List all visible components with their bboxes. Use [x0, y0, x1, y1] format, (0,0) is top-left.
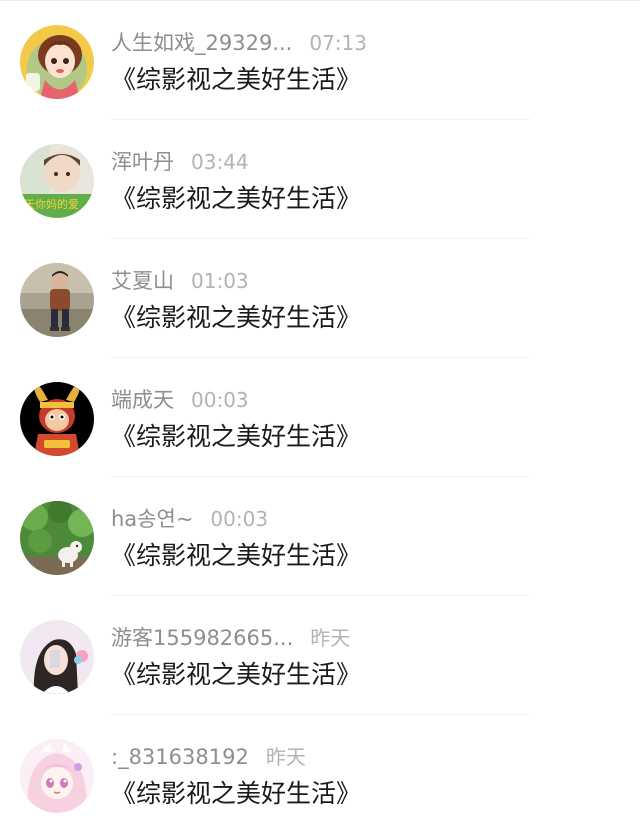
comment-item[interactable]: 游客155982665... 昨天 《综影视之美好生活》 [0, 596, 640, 715]
comment-meta: 浑叶丹 03:44 [111, 149, 249, 175]
username[interactable]: 浑叶丹 [111, 150, 174, 174]
avatar-photo-boy-icon[interactable]: 天你妈的爱 [20, 144, 94, 218]
comment-item[interactable]: 天你妈的爱 浑叶丹 03:44 《综影视之美好生活》 [0, 120, 640, 239]
comment-item[interactable]: 人生如戏_29329... 07:13 《综影视之美好生活》 [0, 1, 640, 120]
comment-item[interactable]: :_831638192 昨天 《综影视之美好生活》 [0, 715, 640, 834]
timestamp: 00:03 [210, 507, 269, 531]
avatar-cartoon-girl-icon[interactable] [20, 25, 94, 99]
comment-meta: 游客155982665... 昨天 [111, 625, 350, 651]
comment-text: 《综影视之美好生活》 [111, 65, 362, 94]
timestamp: 00:03 [191, 388, 249, 412]
avatar-monkey-king-icon[interactable] [20, 382, 94, 456]
avatar-photo-child-icon[interactable] [20, 263, 94, 337]
comment-item[interactable]: 端成天 00:03 《综影视之美好生活》 [0, 358, 640, 477]
username[interactable]: 端成天 [111, 388, 174, 412]
timestamp: 昨天 [310, 626, 351, 650]
timestamp: 昨天 [265, 745, 306, 769]
comment-meta: :_831638192 昨天 [111, 744, 306, 770]
timestamp: 01:03 [191, 269, 249, 293]
comment-text: 《综影视之美好生活》 [111, 303, 362, 332]
username[interactable]: 艾夏山 [111, 269, 174, 293]
comment-meta: 端成天 00:03 [111, 387, 249, 413]
username[interactable]: 游客155982665... [111, 626, 293, 650]
username[interactable]: :_831638192 [111, 745, 249, 769]
comment-text: 《综影视之美好生活》 [111, 541, 362, 570]
comment-text: 《综影视之美好生活》 [111, 422, 362, 451]
avatar-anime-girl-icon[interactable] [20, 739, 94, 813]
avatar-photo-girl-icon[interactable] [20, 620, 94, 694]
username[interactable]: 人生如戏_29329... [111, 31, 292, 55]
comment-meta: 人生如戏_29329... 07:13 [111, 30, 367, 56]
comment-text: 《综影视之美好生活》 [111, 779, 362, 808]
timestamp: 03:44 [191, 150, 249, 174]
comment-item[interactable]: ha송연~ 00:03 《综影视之美好生活》 [0, 477, 640, 596]
comment-text: 《综影视之美好生活》 [111, 184, 362, 213]
avatar-cat-plants-icon[interactable] [20, 501, 94, 575]
comment-text: 《综影视之美好生活》 [111, 660, 362, 689]
username[interactable]: ha송연~ [111, 507, 193, 531]
comment-meta: 艾夏山 01:03 [111, 268, 249, 294]
comment-meta: ha송연~ 00:03 [111, 506, 268, 532]
svg-text:天你妈的爱: 天你妈的爱 [24, 197, 79, 211]
timestamp: 07:13 [309, 31, 367, 55]
comment-item[interactable]: 艾夏山 01:03 《综影视之美好生活》 [0, 239, 640, 358]
